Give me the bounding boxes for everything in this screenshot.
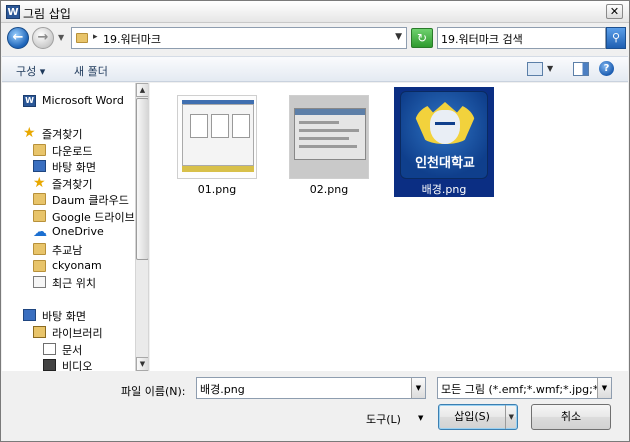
filetype-value: 모든 그림 (*.emf;*.wmf;*.jpg;*.j (441, 383, 605, 396)
refresh-button[interactable]: ↻ (411, 28, 433, 48)
filename-value: 배경.png (200, 383, 245, 396)
view-options-dropdown-icon[interactable]: ▼ (547, 64, 553, 73)
filename-dropdown-icon[interactable]: ▼ (411, 378, 425, 398)
sidebar-item-label: 바탕 화면 (42, 310, 86, 323)
filetype-select[interactable]: 모든 그림 (*.emf;*.wmf;*.jpg;*.j ▼ (437, 377, 612, 399)
help-icon[interactable]: ? (599, 61, 614, 76)
recent-pages-dropdown-icon[interactable]: ▼ (58, 33, 64, 42)
navigation-pane: W Microsoft Word ★ 즐겨찾기 다운로드 바탕 화면 ★ 즐겨찾… (2, 83, 149, 371)
breadcrumb-arrow-icon[interactable]: ▸ (93, 32, 98, 42)
new-folder-button[interactable]: 새 폴더 (74, 63, 108, 79)
star-icon: ★ (23, 125, 36, 141)
insert-picture-dialog: W 그림 삽입 ✕ ← → ▼ ▸ 19.워터마크 ▼ ↻ 19.워터마크 검색… (0, 0, 630, 442)
sidebar-item-documents[interactable]: 문서 (2, 341, 135, 357)
university-logo-thumbnail: 인천대학교 (400, 91, 488, 179)
insert-button[interactable]: 삽입(S) ▼ (438, 404, 518, 430)
sidebar-item-label: 비디오 (62, 360, 93, 371)
sidebar-item-desktop-root[interactable]: 바탕 화면 (2, 307, 135, 323)
sidebar-item-label: 추교남 (52, 244, 83, 257)
scroll-thumb[interactable] (136, 98, 148, 260)
forward-button[interactable]: → (32, 27, 54, 49)
recent-places-icon (33, 276, 46, 288)
toolbar: 구성 ▾ 새 폴더 ▼ ? (2, 56, 628, 82)
sidebar-item-favorites[interactable]: ★ 즐겨찾기 (2, 125, 135, 141)
search-input[interactable]: 19.워터마크 검색 (437, 27, 606, 49)
sidebar-item-libraries[interactable]: 라이브러리 (2, 324, 135, 340)
insert-options-dropdown-icon[interactable]: ▼ (504, 405, 514, 429)
sidebar-item-recent-places[interactable]: 최근 위치 (2, 274, 135, 290)
sidebar-item-chukyonam[interactable]: 추교남 (2, 241, 135, 257)
file-thumbnail (289, 95, 369, 179)
file-item-background[interactable]: 인천대학교 배경.png (394, 87, 494, 197)
folder-icon (33, 193, 46, 205)
folder-icon (33, 210, 46, 222)
sidebar-item-label: 바탕 화면 (52, 161, 96, 174)
sidebar-item-daum-cloud[interactable]: Daum 클라우드 (2, 191, 135, 207)
folder-icon (33, 144, 46, 156)
sidebar-item-microsoft-word[interactable]: W Microsoft Word (2, 93, 135, 109)
filename-input[interactable]: 배경.png ▼ (196, 377, 426, 399)
file-list: 01.png 02.png 인천대학교 배경.png (150, 83, 628, 371)
breadcrumb[interactable]: 19.워터마크 (103, 31, 161, 47)
insert-label: 삽입(S) (454, 410, 490, 423)
cloud-icon: ☁ (33, 224, 47, 240)
video-icon (43, 359, 56, 371)
filetype-dropdown-icon[interactable]: ▼ (597, 378, 611, 398)
folder-icon (76, 33, 88, 43)
library-icon (33, 326, 46, 338)
address-bar[interactable]: ▸ 19.워터마크 ▼ (71, 27, 407, 49)
search-icon[interactable]: ⚲ (606, 27, 626, 49)
sidebar-item-ckyonam[interactable]: ckyonam (2, 258, 135, 274)
sidebar-item-favorites-2[interactable]: ★ 즐겨찾기 (2, 175, 135, 191)
file-name: 01.png (197, 183, 237, 196)
sidebar-item-label: Microsoft Word (42, 94, 124, 107)
preview-pane-icon[interactable] (573, 62, 589, 76)
close-button[interactable]: ✕ (606, 4, 623, 19)
desktop-icon (33, 160, 46, 172)
scroll-up-icon[interactable]: ▲ (136, 83, 148, 97)
logo-text: 인천대학교 (415, 156, 475, 171)
sidebar-item-label: ckyonam (52, 259, 102, 272)
change-view-icon[interactable] (527, 62, 543, 76)
word-app-icon: W (6, 5, 20, 19)
document-icon (43, 343, 56, 355)
back-button[interactable]: ← (7, 27, 29, 49)
address-row: ← → ▼ ▸ 19.워터마크 ▼ ↻ 19.워터마크 검색 ⚲ (1, 24, 629, 52)
file-item-02[interactable]: 02.png (279, 89, 379, 199)
scroll-down-icon[interactable]: ▼ (136, 357, 148, 371)
sidebar-item-label: OneDrive (52, 225, 104, 238)
sidebar-item-downloads[interactable]: 다운로드 (2, 142, 135, 158)
sidebar-item-label: Daum 클라우드 (52, 194, 129, 207)
address-dropdown-icon[interactable]: ▼ (395, 32, 402, 42)
sidebar-item-label: 라이브러리 (52, 327, 103, 340)
file-thumbnail (177, 95, 257, 179)
tools-button[interactable]: 도구(L) (366, 411, 401, 427)
folder-icon (33, 243, 46, 255)
sidebar-item-google-drive[interactable]: Google 드라이브 (2, 208, 135, 224)
sidebar-item-label: Google 드라이브 (52, 211, 135, 224)
star-icon: ★ (33, 175, 46, 191)
title-bar: W 그림 삽입 ✕ (1, 1, 629, 23)
sidebar-scrollbar[interactable]: ▲ ▼ (135, 83, 148, 371)
cancel-button[interactable]: 취소 (531, 404, 611, 430)
desktop-icon (23, 309, 36, 321)
folder-icon (33, 260, 46, 272)
sidebar-item-label: 즐겨찾기 (42, 128, 83, 141)
file-name: 배경.png (421, 183, 467, 196)
sidebar-item-label: 즐겨찾기 (52, 178, 93, 191)
filename-label: 파일 이름(N): (121, 385, 186, 398)
organize-button[interactable]: 구성 ▾ (16, 63, 45, 79)
word-icon: W (23, 95, 36, 107)
sidebar-item-desktop[interactable]: 바탕 화면 (2, 158, 135, 174)
tools-dropdown-icon[interactable]: ▼ (418, 414, 423, 422)
sidebar-item-videos[interactable]: 비디오 (2, 357, 135, 371)
sidebar-item-label: 문서 (62, 344, 83, 357)
file-name: 02.png (309, 183, 349, 196)
sidebar-item-label: 다운로드 (52, 145, 93, 158)
sidebar-item-label: 최근 위치 (52, 277, 96, 290)
file-item-01[interactable]: 01.png (167, 89, 267, 199)
window-title: 그림 삽입 (23, 7, 71, 21)
sidebar-item-onedrive[interactable]: ☁ OneDrive (2, 224, 135, 240)
